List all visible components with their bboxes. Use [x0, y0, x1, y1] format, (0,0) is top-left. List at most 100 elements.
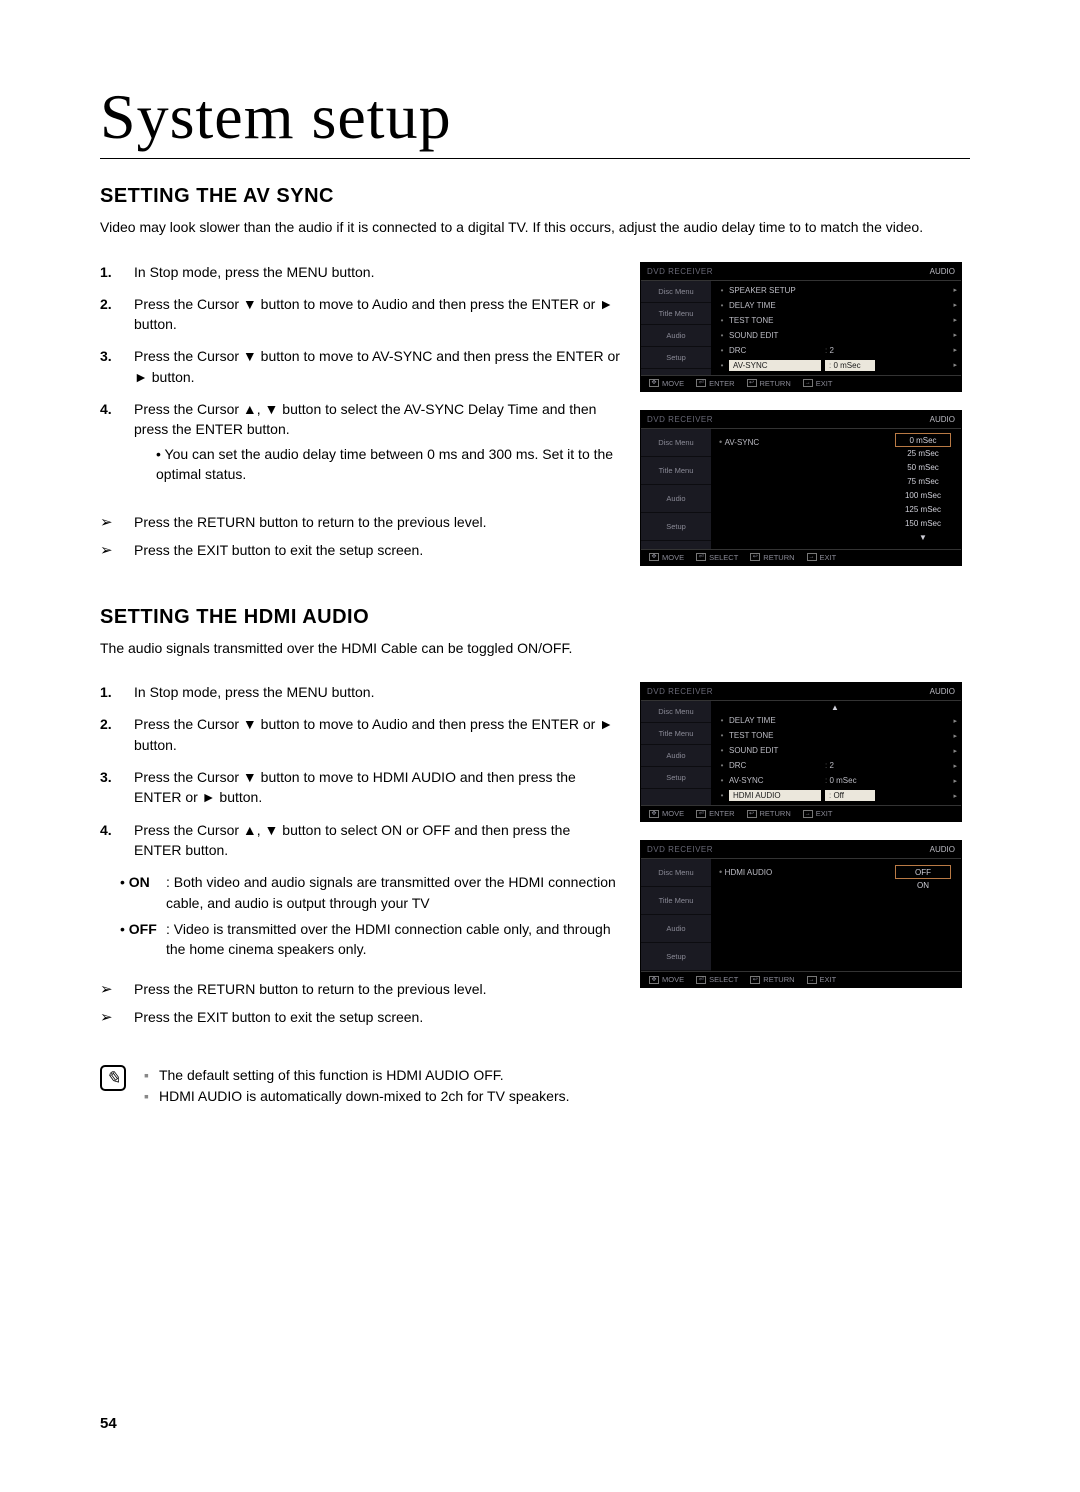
- s1-tip2: Press the EXIT button to exit the setup …: [134, 540, 423, 562]
- osd-btn-move: MOVE: [662, 553, 684, 562]
- osd-row-selected: AV-SYNC: [729, 360, 821, 371]
- s2-off: : Video is transmitted over the HDMI con…: [166, 919, 620, 960]
- s1-step1: In Stop mode, press the MENU button.: [134, 262, 374, 282]
- osd-side-disc: Disc Menu: [641, 701, 711, 723]
- select-icon: ⏎: [696, 976, 706, 984]
- osd-opt: ON: [895, 879, 951, 893]
- page-number: 54: [100, 1415, 117, 1432]
- osd-top-label: DVD RECEIVER: [647, 845, 713, 854]
- osd-top-right: AUDIO: [930, 687, 955, 696]
- s2-note1: The default setting of this function is …: [159, 1065, 504, 1086]
- osd-side-audio: Audio: [641, 745, 711, 767]
- osd-opt: 25 mSec: [895, 447, 951, 461]
- heading-hdmiaudio: SETTING THE HDMI AUDIO: [100, 606, 980, 629]
- move-icon: ✥: [649, 553, 659, 561]
- osd-row: AV-SYNC: [729, 776, 821, 785]
- intro-hdmiaudio: The audio signals transmitted over the H…: [100, 639, 970, 659]
- exit-icon: →: [807, 976, 817, 984]
- osd-row-selected: HDMI AUDIO: [729, 790, 821, 801]
- osd-opt-selected: OFF: [895, 865, 951, 879]
- heading-avsync: SETTING THE AV SYNC: [100, 185, 980, 208]
- osd-btn-move: MOVE: [662, 975, 684, 984]
- exit-icon: →: [803, 810, 813, 818]
- s2-step3: Press the Cursor ▼ button to move to HDM…: [134, 767, 620, 808]
- move-icon: ✥: [649, 976, 659, 984]
- osd-val: 2: [825, 346, 875, 355]
- osd-top-right: AUDIO: [930, 415, 955, 424]
- osd-btn-enter: ENTER: [709, 379, 734, 388]
- osd-side-title: Title Menu: [641, 723, 711, 745]
- osd-avsync-menu: DVD RECEIVERAUDIO Disc Menu Title Menu A…: [640, 262, 962, 392]
- osd-val: 0 mSec: [825, 360, 875, 371]
- move-icon: ✥: [649, 810, 659, 818]
- return-icon: ↩: [750, 976, 760, 984]
- osd-side-title: Title Menu: [641, 887, 711, 915]
- return-icon: ↩: [747, 810, 757, 818]
- osd-btn-select: SELECT: [709, 553, 738, 562]
- osd-btn-exit: EXIT: [820, 975, 837, 984]
- osd-btn-move: MOVE: [662, 809, 684, 818]
- arrow-icon: ➢: [100, 1007, 134, 1029]
- exit-icon: →: [807, 553, 817, 561]
- osd-hdmiaudio-options: DVD RECEIVERAUDIO Disc Menu Title Menu A…: [640, 840, 962, 988]
- arrow-icon: ➢: [100, 979, 134, 1001]
- s2-note2: HDMI AUDIO is automatically down-mixed t…: [159, 1086, 570, 1107]
- osd-btn-enter: ENTER: [709, 809, 734, 818]
- osd-btn-exit: EXIT: [820, 553, 837, 562]
- osd-side-setup: Setup: [641, 943, 711, 971]
- osd-row: DELAY TIME: [729, 716, 821, 725]
- osd-btn-return: RETURN: [760, 809, 791, 818]
- arrow-icon: ➢: [100, 512, 134, 534]
- s2-tip1: Press the RETURN button to return to the…: [134, 979, 487, 1001]
- page-title: System setup: [100, 80, 970, 159]
- s2-on: : Both video and audio signals are trans…: [166, 872, 620, 913]
- s1-tip1: Press the RETURN button to return to the…: [134, 512, 487, 534]
- s2-step1: In Stop mode, press the MENU button.: [134, 682, 374, 702]
- osd-opt: 100 mSec: [895, 489, 951, 503]
- osd-opt: 75 mSec: [895, 475, 951, 489]
- osd-btn-return: RETURN: [763, 553, 794, 562]
- steps-col-avsync: 1.In Stop mode, press the MENU button. 2…: [100, 262, 620, 566]
- steps-col-hdmi: 1.In Stop mode, press the MENU button. 2…: [100, 682, 620, 1107]
- osd-top-right: AUDIO: [930, 267, 955, 276]
- s2-step2: Press the Cursor ▼ button to move to Aud…: [134, 714, 620, 755]
- down-arrow-icon: ▼: [895, 531, 951, 545]
- exit-icon: →: [803, 379, 813, 387]
- intro-avsync: Video may look slower than the audio if …: [100, 218, 970, 238]
- osd-row: TEST TONE: [729, 731, 821, 740]
- osd-row: SPEAKER SETUP: [729, 286, 821, 295]
- return-icon: ↩: [750, 553, 760, 561]
- s2-step4: Press the Cursor ▲, ▼ button to select O…: [134, 820, 620, 861]
- up-arrow-icon: ▲: [713, 703, 957, 713]
- osd-side-setup: Setup: [641, 767, 711, 789]
- osd-row: DRC: [729, 761, 821, 770]
- s1-step3: Press the Cursor ▼ button to move to AV-…: [134, 346, 620, 387]
- osd-btn-exit: EXIT: [816, 379, 833, 388]
- osd-top-right: AUDIO: [930, 845, 955, 854]
- osd-row: DRC: [729, 346, 821, 355]
- osd-side-setup: Setup: [641, 513, 711, 541]
- osd-side-title: Title Menu: [641, 457, 711, 485]
- osd-side-audio: Audio: [641, 915, 711, 943]
- return-icon: ↩: [747, 379, 757, 387]
- osd-row: SOUND EDIT: [729, 746, 821, 755]
- osd-top-label: DVD RECEIVER: [647, 415, 713, 424]
- enter-icon: ⏎: [696, 379, 706, 387]
- move-icon: ✥: [649, 379, 659, 387]
- osd-side-title: Title Menu: [641, 303, 711, 325]
- osd-row: SOUND EDIT: [729, 331, 821, 340]
- select-icon: ⏎: [696, 553, 706, 561]
- osd-side-disc: Disc Menu: [641, 281, 711, 303]
- osd-top-label: DVD RECEIVER: [647, 687, 713, 696]
- osd-btn-move: MOVE: [662, 379, 684, 388]
- osd-val: 0 mSec: [825, 776, 875, 785]
- s2-tip2: Press the EXIT button to exit the setup …: [134, 1007, 423, 1029]
- osd-btn-exit: EXIT: [816, 809, 833, 818]
- osd-btn-select: SELECT: [709, 975, 738, 984]
- s1-step2: Press the Cursor ▼ button to move to Aud…: [134, 294, 620, 335]
- note-icon: ✎: [100, 1065, 126, 1091]
- osd-side-audio: Audio: [641, 325, 711, 347]
- osd-opt: 125 mSec: [895, 503, 951, 517]
- s1-sub: • You can set the audio delay time betwe…: [156, 444, 620, 485]
- enter-icon: ⏎: [696, 810, 706, 818]
